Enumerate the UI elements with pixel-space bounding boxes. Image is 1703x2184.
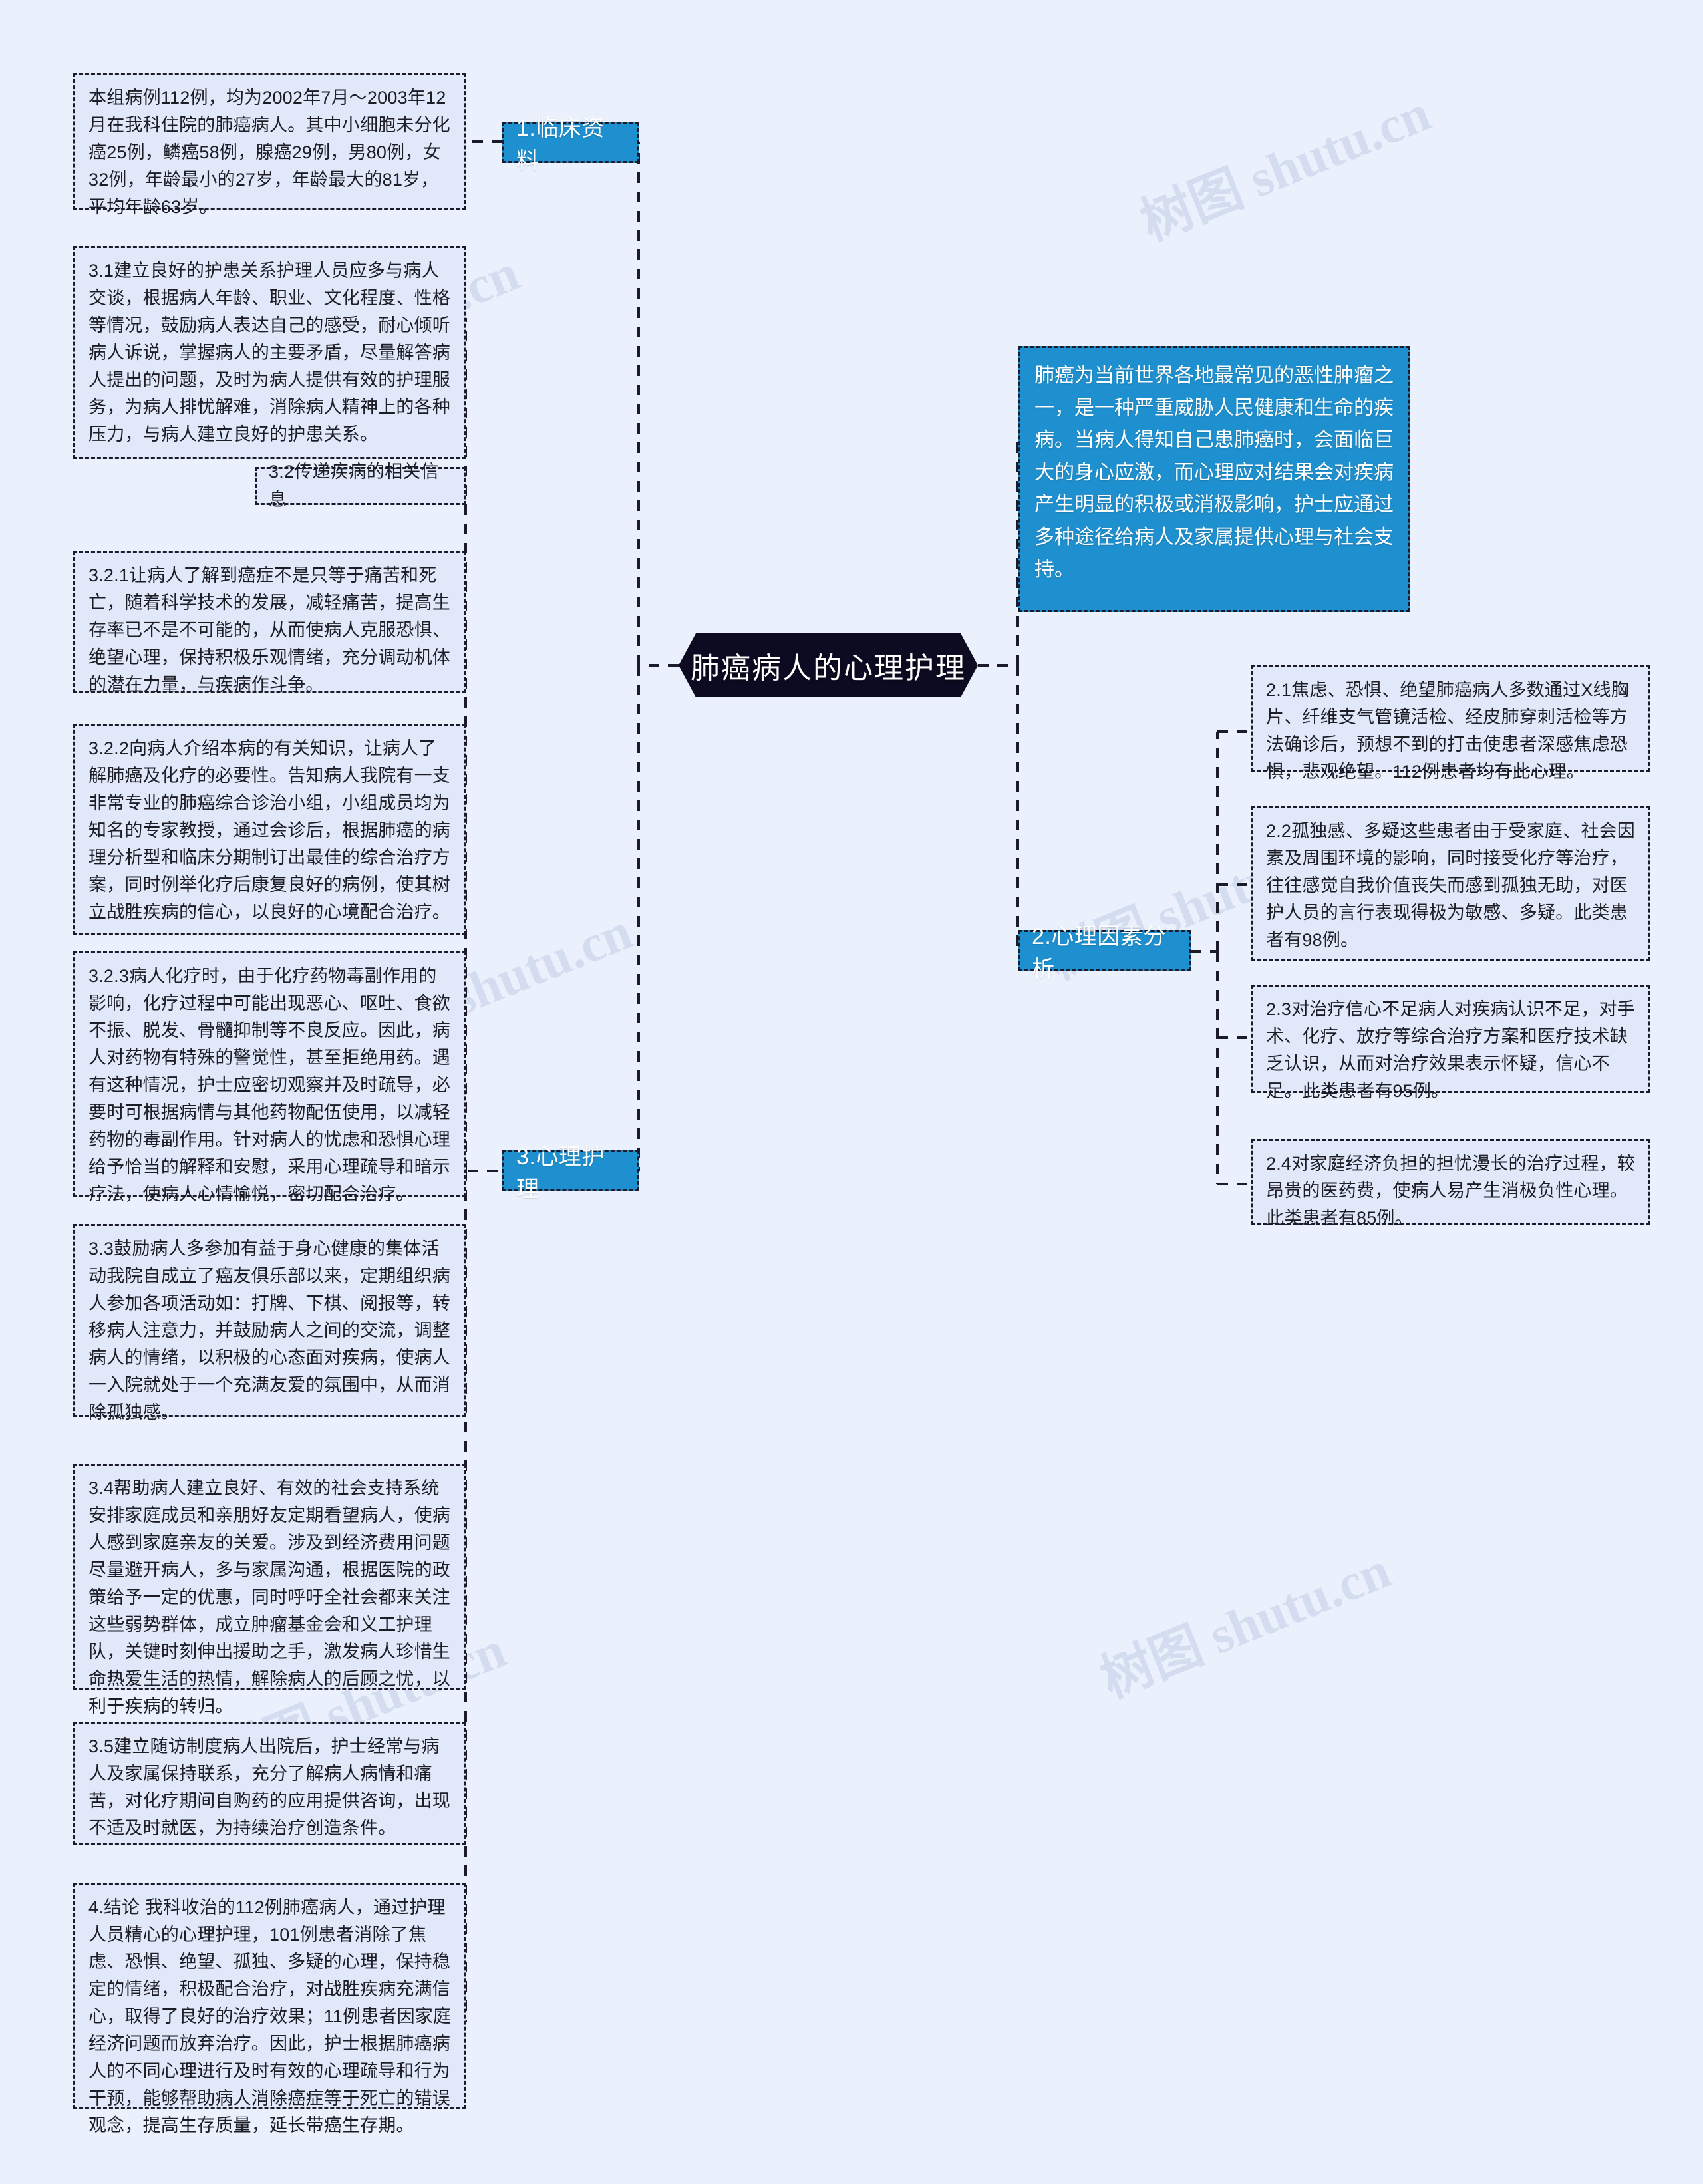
leaf-node-3-5[interactable]: 3.5建立随访制度病人出院后，护士经常与病人及家属保持联系，充分了解病人病情和痛…	[73, 1722, 466, 1845]
leaf-text: 2.2孤独感、多疑这些患者由于受家庭、社会因素及周围环境的影响，同时接受化疗等治…	[1266, 821, 1635, 951]
summary-text: 肺癌为当前世界各地最常见的恶性肿瘤之一，是一种严重威胁人民健康和生命的疾病。当病…	[1034, 365, 1394, 581]
leaf-text: 3.2传递疾病的相关信息	[269, 462, 439, 510]
leaf-text: 3.2.3病人化疗时，由于化疗药物毒副作用的影响，化疗过程中可能出现恶心、呕吐、…	[88, 966, 450, 1205]
branch-node-clinical-data[interactable]: 1.临床资料	[502, 116, 639, 174]
leaf-text: 2.1焦虑、恐惧、绝望肺癌病人多数通过X线胸片、纤维支气管镜活检、经皮肺穿刺活检…	[1266, 680, 1629, 782]
leaf-text: 3.2.1让病人了解到癌症不是只等于痛苦和死亡，随着科学技术的发展，减轻痛苦，提…	[88, 565, 450, 695]
branch-label: 2.心理因素分析	[1032, 924, 1166, 982]
leaf-text: 3.5建立随访制度病人出院后，护士经常与病人及家属保持联系，充分了解病人病情和痛…	[88, 1736, 450, 1839]
leaf-node-clinical-data[interactable]: 本组病例112例，均为2002年7月～2003年12月在我科住院的肺癌病人。其中…	[73, 73, 466, 217]
leaf-node-2-2[interactable]: 2.2孤独感、多疑这些患者由于受家庭、社会因素及周围环境的影响，同时接受化疗等治…	[1251, 806, 1650, 961]
leaf-node-3-2[interactable]: 3.2传递疾病的相关信息	[255, 462, 466, 510]
leaf-text: 3.3鼓励病人多参加有益于身心健康的集体活动我院自成立了癌友俱乐部以来，定期组织…	[88, 1239, 450, 1423]
leaf-node-3-4[interactable]: 3.4帮助病人建立良好、有效的社会支持系统安排家庭成员和亲朋好友定期看望病人，使…	[73, 1464, 466, 1716]
leaf-text: 2.4对家庭经济负担的担忧漫长的治疗过程，较昂贵的医药费，使病人易产生消极负性心…	[1266, 1154, 1635, 1229]
leaf-node-3-1[interactable]: 3.1建立良好的护患关系护理人员应多与病人交谈，根据病人年龄、职业、文化程度、性…	[73, 246, 466, 459]
leaf-text: 3.4帮助病人建立良好、有效的社会支持系统安排家庭成员和亲朋好友定期看望病人，使…	[88, 1478, 450, 1717]
branch-node-psych-nursing[interactable]: 3.心理护理	[502, 1144, 639, 1202]
leaf-node-3-3[interactable]: 3.3鼓励病人多参加有益于身心健康的集体活动我院自成立了癌友俱乐部以来，定期组织…	[73, 1224, 466, 1422]
leaf-text: 本组病例112例，均为2002年7月～2003年12月在我科住院的肺癌病人。其中…	[88, 88, 450, 218]
leaf-text: 4.结论 我科收治的112例肺癌病人，通过护理人员精心的心理护理，101例患者消…	[88, 1897, 452, 2136]
leaf-node-3-2-2[interactable]: 3.2.2向病人介绍本病的有关知识，让病人了解肺癌及化疗的必要性。告知病人我院有…	[73, 724, 466, 935]
leaf-node-3-2-3[interactable]: 3.2.3病人化疗时，由于化疗药物毒副作用的影响，化疗过程中可能出现恶心、呕吐、…	[73, 951, 466, 1204]
mindmap-canvas: 树图 shutu.cn 树图 shutu.cn 树图 shutu.cn 树图 s…	[0, 0, 1703, 2184]
root-label: 肺癌病人的心理护理	[691, 652, 966, 685]
leaf-node-2-1[interactable]: 2.1焦虑、恐惧、绝望肺癌病人多数通过X线胸片、纤维支气管镜活检、经皮肺穿刺活检…	[1251, 665, 1650, 782]
leaf-node-4-conclusion[interactable]: 4.结论 我科收治的112例肺癌病人，通过护理人员精心的心理护理，101例患者消…	[73, 1883, 466, 2135]
branch-label: 1.临床资料	[516, 116, 605, 174]
leaf-text: 3.1建立良好的护患关系护理人员应多与病人交谈，根据病人年龄、职业、文化程度、性…	[88, 261, 450, 445]
leaf-node-2-3[interactable]: 2.3对治疗信心不足病人对疾病认识不足，对手术、化疗、放疗等综合治疗方案和医疗技…	[1251, 985, 1650, 1101]
root-node[interactable]: 肺癌病人的心理护理	[679, 633, 978, 697]
summary-note[interactable]: 肺癌为当前世界各地最常见的恶性肿瘤之一，是一种严重威胁人民健康和生命的疾病。当病…	[1018, 346, 1410, 612]
leaf-text: 2.3对治疗信心不足病人对疾病认识不足，对手术、化疗、放疗等综合治疗方案和医疗技…	[1266, 999, 1635, 1102]
branch-node-psych-factors[interactable]: 2.心理因素分析	[1018, 924, 1191, 982]
leaf-node-2-4[interactable]: 2.4对家庭经济负担的担忧漫长的治疗过程，较昂贵的医药费，使病人易产生消极负性心…	[1251, 1139, 1650, 1229]
leaf-text: 3.2.2向病人介绍本病的有关知识，让病人了解肺癌及化疗的必要性。告知病人我院有…	[88, 738, 450, 923]
leaf-node-3-2-1[interactable]: 3.2.1让病人了解到癌症不是只等于痛苦和死亡，随着科学技术的发展，减轻痛苦，提…	[73, 551, 466, 695]
branch-label: 3.心理护理	[516, 1144, 605, 1202]
